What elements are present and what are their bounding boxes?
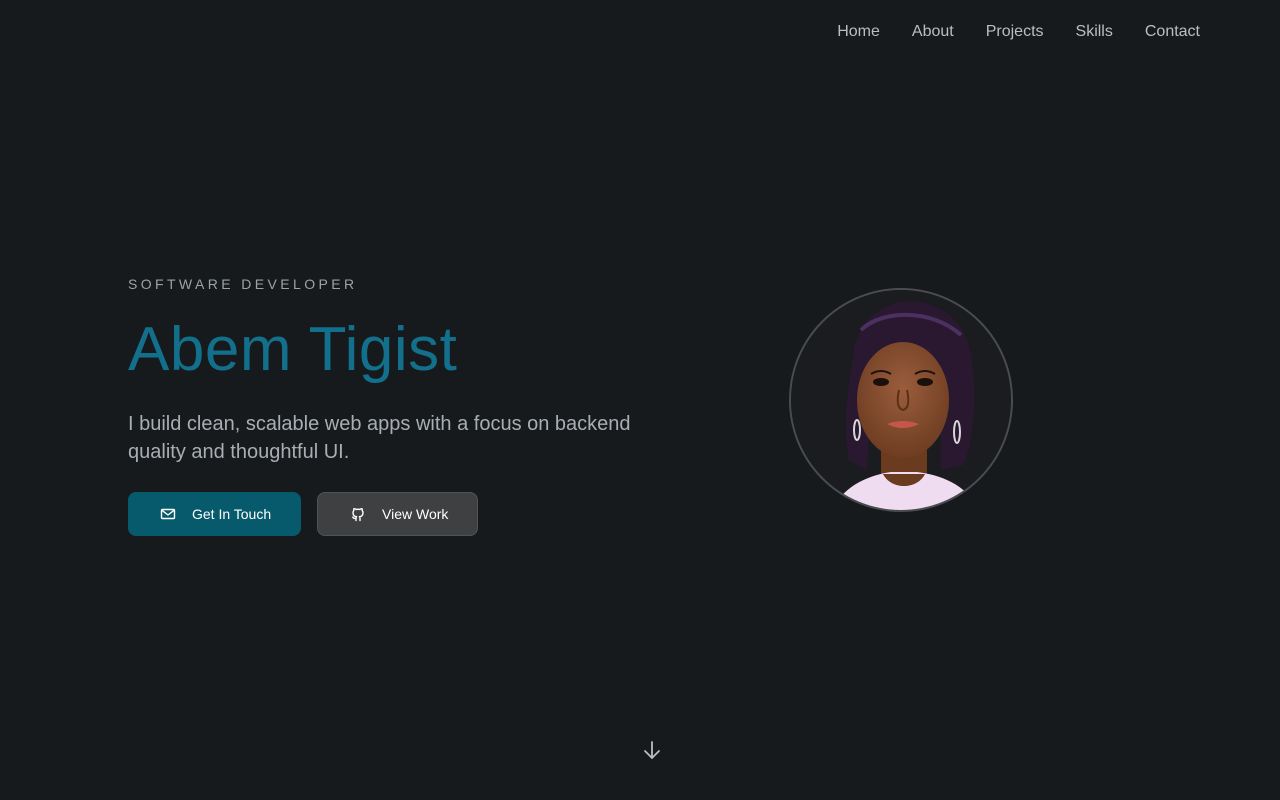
page: Home About Projects Skills Contact Softw… — [0, 0, 1280, 800]
view-work-label: View Work — [382, 506, 449, 522]
nav-projects[interactable]: Projects — [986, 23, 1044, 41]
nav-skills[interactable]: Skills — [1076, 23, 1113, 41]
nav-about[interactable]: About — [912, 23, 954, 41]
profile-photo — [791, 290, 1011, 510]
hero-role: Software Developer — [128, 276, 358, 292]
get-in-touch-label: Get In Touch — [192, 506, 272, 522]
avatar — [789, 288, 1013, 512]
github-icon — [350, 506, 366, 522]
get-in-touch-button[interactable]: Get In Touch — [128, 492, 301, 536]
arrow-down-icon — [644, 741, 660, 759]
hero-tagline: I build clean, scalable web apps with a … — [128, 413, 631, 463]
hero-name: Abem Tigist — [128, 315, 458, 384]
hero-section: Software Developer Abem Tigist I build c… — [128, 276, 688, 536]
mail-icon — [160, 506, 176, 522]
hero-actions: Get In Touch View Work — [128, 492, 688, 536]
top-nav: Home About Projects Skills Contact — [837, 0, 1200, 64]
scroll-down[interactable] — [642, 740, 662, 760]
nav-home[interactable]: Home — [837, 23, 880, 41]
nav-contact[interactable]: Contact — [1145, 23, 1200, 41]
view-work-button[interactable]: View Work — [317, 492, 478, 536]
